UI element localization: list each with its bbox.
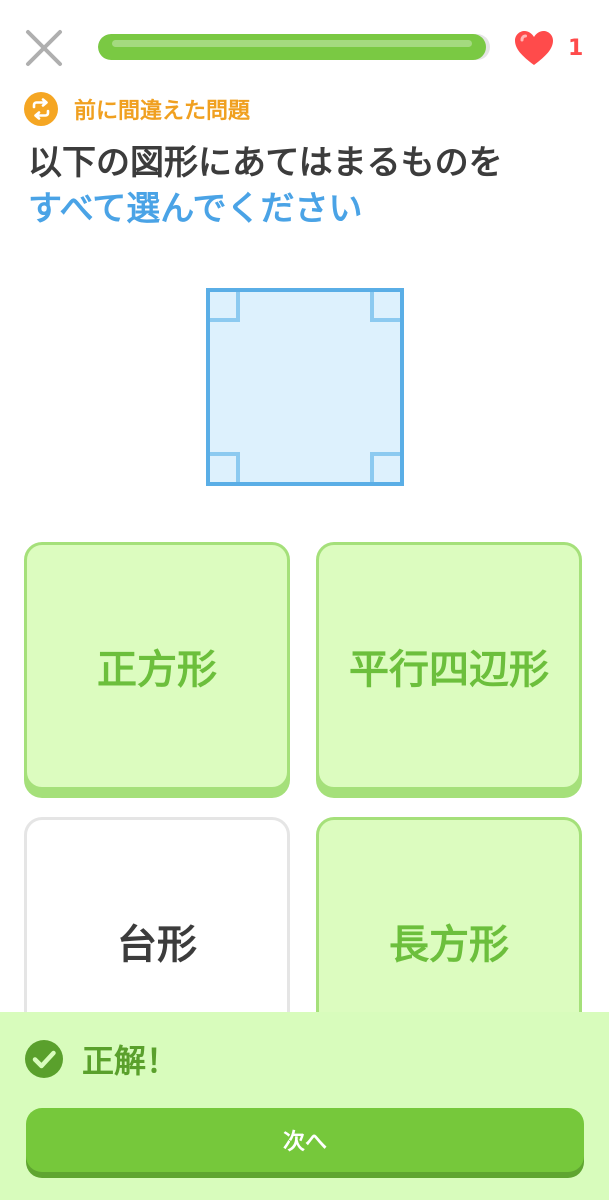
hearts-counter[interactable]: 1 <box>512 28 583 68</box>
option-label: 長方形 <box>389 922 509 968</box>
feedback-row: 正解！ <box>24 1038 178 1080</box>
feedback-panel: 正解！ 次へ <box>0 1012 609 1200</box>
feedback-text: 正解！ <box>82 1042 179 1080</box>
prompt-line-1: 以下の図形にあてはまるものを <box>28 143 503 183</box>
review-label: 前に間違えた問題 <box>74 99 251 124</box>
heart-icon <box>515 31 553 65</box>
next-button-label: 次へ <box>282 1130 327 1155</box>
option-card-square[interactable]: 正方形 <box>24 542 290 790</box>
square-figure <box>206 288 404 486</box>
review-tag: 前に間違えた問題 <box>24 92 250 126</box>
option-label: 台形 <box>117 922 197 968</box>
close-icon <box>26 30 62 66</box>
check-circle-icon <box>25 1040 63 1078</box>
question-prompt: 以下の図形にあてはまるものを すべて選んでください <box>28 140 588 232</box>
repeat-icon <box>24 92 58 126</box>
close-button[interactable] <box>24 28 64 68</box>
option-label: 正方形 <box>97 647 217 693</box>
option-label: 平行四辺形 <box>349 647 549 693</box>
next-button[interactable]: 次へ <box>26 1108 584 1172</box>
hearts-count: 1 <box>568 35 584 61</box>
prompt-line-2: すべて選んでください <box>28 189 363 229</box>
lesson-progress-bar <box>98 34 490 60</box>
option-card-parallelogram[interactable]: 平行四辺形 <box>316 542 582 790</box>
progress-shine <box>112 40 473 47</box>
progress-fill <box>98 34 487 60</box>
